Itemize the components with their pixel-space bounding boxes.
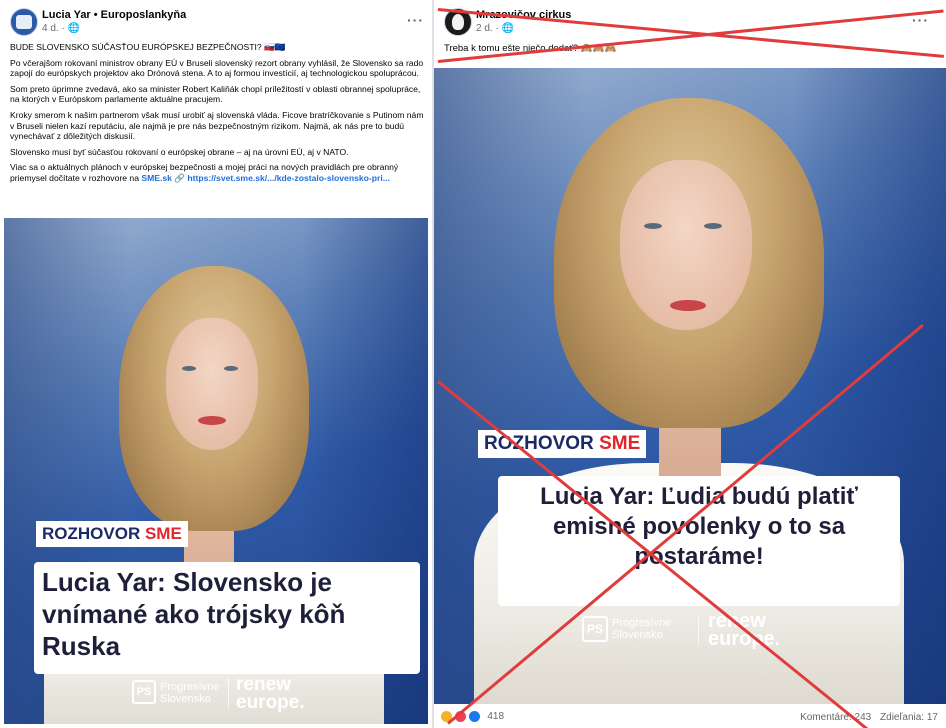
post-paragraph-3: Som preto úprimne zvedavá, ako sa minist… <box>10 83 421 105</box>
figure-eye-left <box>182 366 196 371</box>
shares-count[interactable]: Zdieľania: 17 <box>880 712 938 723</box>
ps-name-line1: Progresívne <box>160 681 220 693</box>
right-post: Mrazovičov cirkus 2 d. · 🌐 ··· Treba k t… <box>434 0 946 728</box>
renew-logo: renew europe. <box>236 675 305 713</box>
like-reaction-icon <box>467 710 481 723</box>
post-paragraph-2: Po včerajšom rokovaní ministrov obrany E… <box>10 57 424 79</box>
ps-name: Progresívne Slovensko <box>612 617 671 641</box>
ps-logo-icon: PS <box>132 680 156 704</box>
post-text: BUDE SLOVENSKO SÚČASŤOU EURÓPSKEJ BEZPEČ… <box>10 42 424 189</box>
ps-name-line2: Slovensko <box>160 693 211 705</box>
left-post: Lucia Yar • Europoslankyňa 4 d. · 🌐 ··· … <box>0 0 432 728</box>
image-logos: PS Progresívne Slovensko renew europe. <box>582 611 842 656</box>
post-image[interactable]: ROZHOVOR SME Lucia Yar: Slovensko je vní… <box>4 218 428 724</box>
renew-line2: europe. <box>708 628 781 650</box>
more-options-icon[interactable]: ··· <box>407 12 424 28</box>
figure-eye-left <box>644 223 662 229</box>
tag-rozhovor: ROZHOVOR <box>484 433 594 454</box>
logo-divider <box>698 614 699 646</box>
post-paragraph-4: Kroky smerom k našim partnerom však musí… <box>10 109 424 142</box>
interview-tag: ROZHOVOR SME <box>36 521 188 547</box>
author-avatar[interactable] <box>10 8 38 36</box>
post-meta[interactable]: 2 d. · 🌐 <box>476 23 514 34</box>
post-meta[interactable]: 4 d. · 🌐 <box>42 23 80 34</box>
ps-name: Progresívne Slovensko <box>160 681 219 705</box>
post-stats: Komentáre: 243 Zdieľania: 17 <box>800 712 938 723</box>
figure-lips <box>198 416 226 425</box>
ps-name-line1: Progresívne <box>612 617 672 629</box>
figure-face <box>166 318 258 450</box>
reaction-count: 418 <box>487 711 505 723</box>
tag-rozhovor: ROZHOVOR <box>42 524 141 543</box>
figure-lips <box>670 300 706 311</box>
image-headline: Lucia Yar: Slovensko je vnímané ako trój… <box>34 562 420 674</box>
post-image[interactable]: ROZHOVOR SME Lucia Yar: Ľudia budú plati… <box>434 68 946 704</box>
post-paragraph-5: Slovensko musí byť súčasťou rokovaní o e… <box>10 146 349 157</box>
post-paragraph-1: BUDE SLOVENSKO SÚČASŤOU EURÓPSKEJ BEZPEČ… <box>10 42 286 52</box>
image-headline: Lucia Yar: Ľudia budú platiť emisné povo… <box>498 476 900 606</box>
tag-sme: SME <box>599 433 641 454</box>
renew-line2: europe. <box>236 692 305 713</box>
logo-divider <box>228 678 229 708</box>
image-logos: PS Progresívne Slovensko renew europe. <box>132 675 392 716</box>
author-name[interactable]: Lucia Yar • Europoslankyňa <box>42 9 186 21</box>
ps-name-line2: Slovensko <box>612 629 663 641</box>
source-link[interactable]: SME.sk <box>141 173 172 183</box>
article-link[interactable]: 🔗 https://svet.sme.sk/.../kde-zostalo-sl… <box>174 173 390 183</box>
figure-eye-right <box>704 223 722 229</box>
figure-eye-right <box>224 366 238 371</box>
ps-logo-icon: PS <box>582 616 608 642</box>
post-paragraph-6: Viac sa o aktuálnych plánoch v európskej… <box>10 162 424 183</box>
tag-sme: SME <box>144 524 182 543</box>
